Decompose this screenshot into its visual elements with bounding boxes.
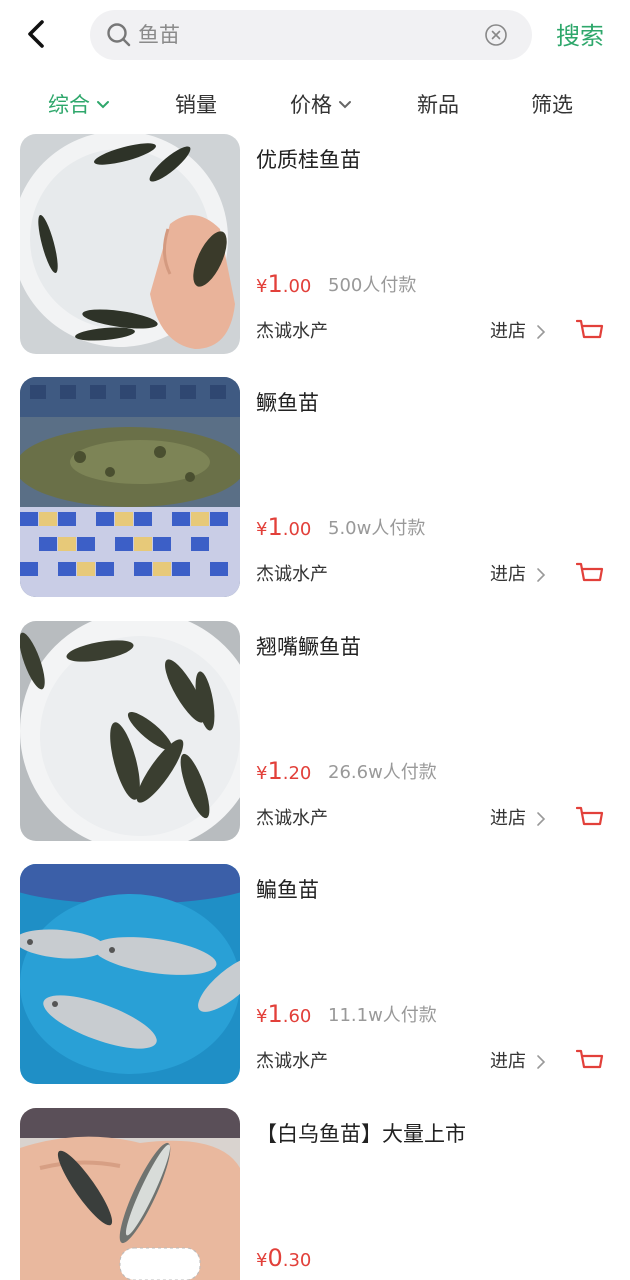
chevron-down-icon [97, 101, 109, 109]
search-button[interactable]: 搜索 [556, 20, 604, 52]
product-price: ¥1.20 [256, 757, 311, 788]
price-decimal: .00 [282, 519, 312, 540]
price-decimal: .60 [282, 1006, 312, 1027]
sort-bar: 综合 销量 价格 新品 筛选 [0, 84, 630, 128]
product-image[interactable] [20, 864, 240, 1084]
price-currency: ¥ [256, 276, 268, 297]
shop-name[interactable]: 杰诚水产 [256, 563, 328, 587]
enter-shop-link[interactable]: 进店 [490, 320, 546, 344]
sort-tab-comprehensive[interactable]: 综合 [48, 90, 110, 120]
sort-tab-label: 销量 [175, 93, 217, 117]
chevron-down-icon [339, 101, 351, 109]
price-integer: 0 [267, 1244, 283, 1272]
product-card[interactable]: 鳊鱼苗 ¥1.60 11.1w人付款 杰诚水产 进店 [0, 864, 630, 1084]
product-price: ¥1.00 [256, 513, 311, 544]
product-title[interactable]: 鳊鱼苗 [256, 876, 319, 904]
product-image[interactable] [20, 621, 240, 841]
product-title[interactable]: 优质桂鱼苗 [256, 146, 361, 174]
enter-shop-label: 进店 [490, 808, 526, 829]
clear-icon[interactable] [484, 23, 508, 47]
product-image[interactable] [20, 1108, 240, 1280]
product-title[interactable]: 【白乌鱼苗】大量上市 [256, 1120, 466, 1148]
chevron-right-icon [537, 325, 546, 339]
shop-name[interactable]: 杰诚水产 [256, 1050, 328, 1074]
cart-icon[interactable] [576, 1048, 604, 1074]
enter-shop-link[interactable]: 进店 [490, 1050, 546, 1074]
price-integer: 1 [267, 1000, 283, 1028]
product-card[interactable]: 鳜鱼苗 ¥1.00 5.0w人付款 杰诚水产 进店 [0, 377, 630, 597]
shop-name[interactable]: 杰诚水产 [256, 807, 328, 831]
sort-tab-new[interactable]: 新品 [417, 90, 459, 120]
chevron-right-icon [537, 568, 546, 582]
product-card[interactable]: 【白乌鱼苗】大量上市 ¥0.30 [0, 1108, 630, 1280]
search-query-text: 鱼苗 [138, 23, 180, 47]
product-image[interactable] [20, 134, 240, 354]
price-currency: ¥ [256, 763, 268, 784]
enter-shop-label: 进店 [490, 321, 526, 342]
sales-count: 11.1w人付款 [328, 1005, 437, 1026]
chevron-left-icon [28, 20, 44, 48]
price-currency: ¥ [256, 1250, 268, 1271]
cart-icon[interactable] [576, 805, 604, 831]
top-bar: 鱼苗 搜索 [0, 0, 630, 74]
search-icon [107, 23, 131, 47]
price-integer: 1 [267, 513, 283, 541]
shop-name[interactable]: 杰诚水产 [256, 320, 328, 344]
back-button[interactable] [18, 16, 54, 52]
product-card[interactable]: 优质桂鱼苗 ¥1.00 500人付款 杰诚水产 进店 [0, 134, 630, 354]
product-card[interactable]: 翘嘴鳜鱼苗 ¥1.20 26.6w人付款 杰诚水产 进店 [0, 621, 630, 841]
price-integer: 1 [267, 270, 283, 298]
sales-count: 500人付款 [328, 275, 417, 296]
product-title[interactable]: 鳜鱼苗 [256, 389, 319, 417]
price-decimal: .20 [282, 763, 312, 784]
price-currency: ¥ [256, 1006, 268, 1027]
price-decimal: .00 [282, 276, 312, 297]
search-input[interactable]: 鱼苗 [90, 10, 532, 60]
sort-tab-sales[interactable]: 销量 [175, 90, 217, 120]
cart-icon[interactable] [576, 318, 604, 344]
enter-shop-label: 进店 [490, 1051, 526, 1072]
sort-tab-price[interactable]: 价格 [290, 90, 352, 120]
product-price: ¥0.30 [256, 1244, 311, 1275]
sort-tab-label: 新品 [417, 93, 459, 117]
enter-shop-link[interactable]: 进店 [490, 563, 546, 587]
sort-tab-label: 综合 [48, 93, 90, 117]
enter-shop-label: 进店 [490, 564, 526, 585]
price-currency: ¥ [256, 519, 268, 540]
sales-count: 5.0w人付款 [328, 518, 426, 539]
price-integer: 1 [267, 757, 283, 785]
sort-tab-label: 筛选 [531, 93, 573, 117]
chevron-right-icon [537, 1055, 546, 1069]
price-decimal: .30 [282, 1250, 312, 1271]
product-image[interactable] [20, 377, 240, 597]
enter-shop-link[interactable]: 进店 [490, 807, 546, 831]
product-title[interactable]: 翘嘴鳜鱼苗 [256, 633, 361, 661]
product-price: ¥1.00 [256, 270, 311, 301]
product-price: ¥1.60 [256, 1000, 311, 1031]
sort-tab-filter[interactable]: 筛选 [531, 90, 573, 120]
sort-tab-label: 价格 [290, 93, 332, 117]
sales-count: 26.6w人付款 [328, 762, 437, 783]
cart-icon[interactable] [576, 561, 604, 587]
chevron-right-icon [537, 812, 546, 826]
